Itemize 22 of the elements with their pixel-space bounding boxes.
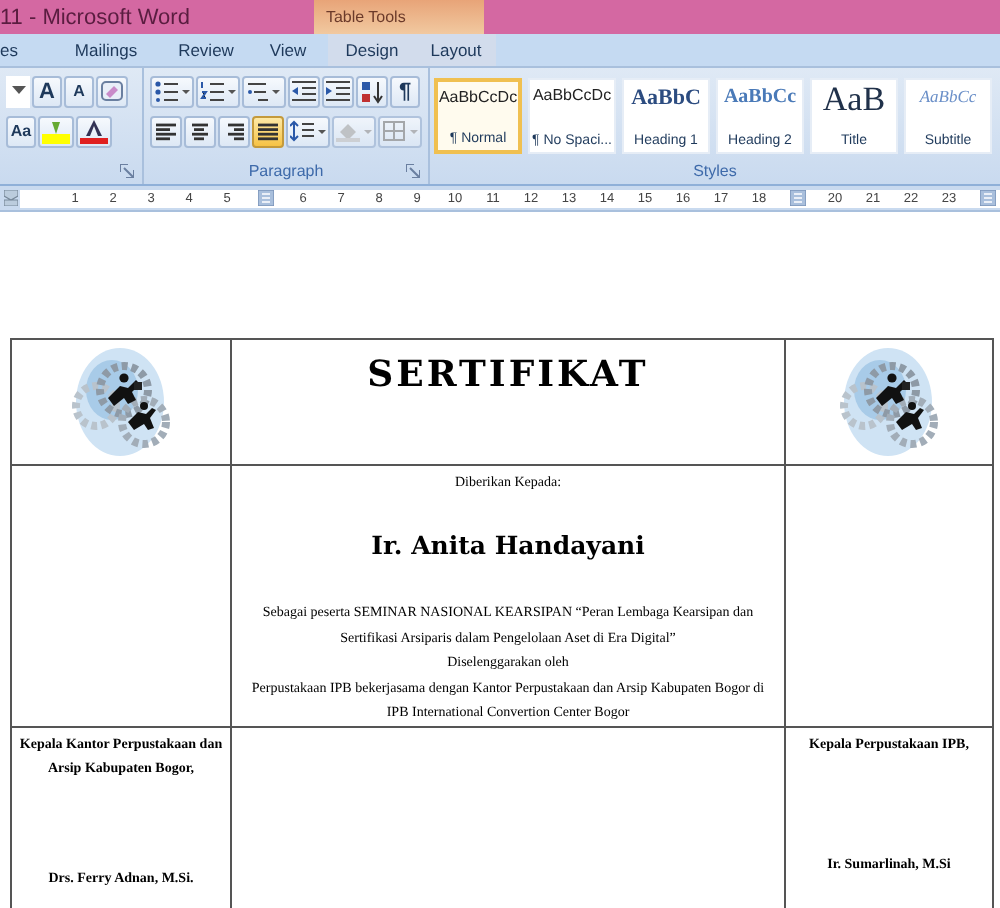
ribbon-tab[interactable]: es	[0, 34, 48, 66]
style-preview: AaBbCcDc	[438, 88, 518, 106]
shrink-font-button[interactable]: A	[64, 75, 94, 107]
style-preview: AaBbC	[631, 86, 701, 110]
style-preview: AaBbCc	[723, 86, 797, 108]
group-label: Styles	[693, 161, 737, 179]
context-tab-group-label: Table Tools	[313, 0, 484, 34]
show-marks-button[interactable]: ¶	[390, 75, 420, 107]
window-title: 11 - Microsoft Word	[0, 5, 190, 29]
group-label: Paragraph	[248, 161, 324, 179]
recipient-name: Ir. Anita Handayani	[369, 530, 647, 560]
ribbon-tab[interactable]: Layout	[416, 34, 496, 66]
certificate-title: SERTIFIKAT	[367, 353, 649, 395]
change-case-button[interactable]: Aa	[6, 115, 36, 147]
ribbon-tab[interactable]: Design	[328, 34, 416, 66]
style-preview: AaB	[822, 86, 886, 114]
style-preview: AaBbCcDc	[532, 86, 612, 104]
ribbon-tab[interactable]: Mailings	[48, 34, 164, 66]
style-preview: AaBbCc	[919, 86, 977, 106]
ribbon-tab[interactable]: Review	[164, 34, 248, 66]
grow-font-button[interactable]: A	[32, 75, 62, 107]
ribbon-tab[interactable]: View	[248, 34, 328, 66]
